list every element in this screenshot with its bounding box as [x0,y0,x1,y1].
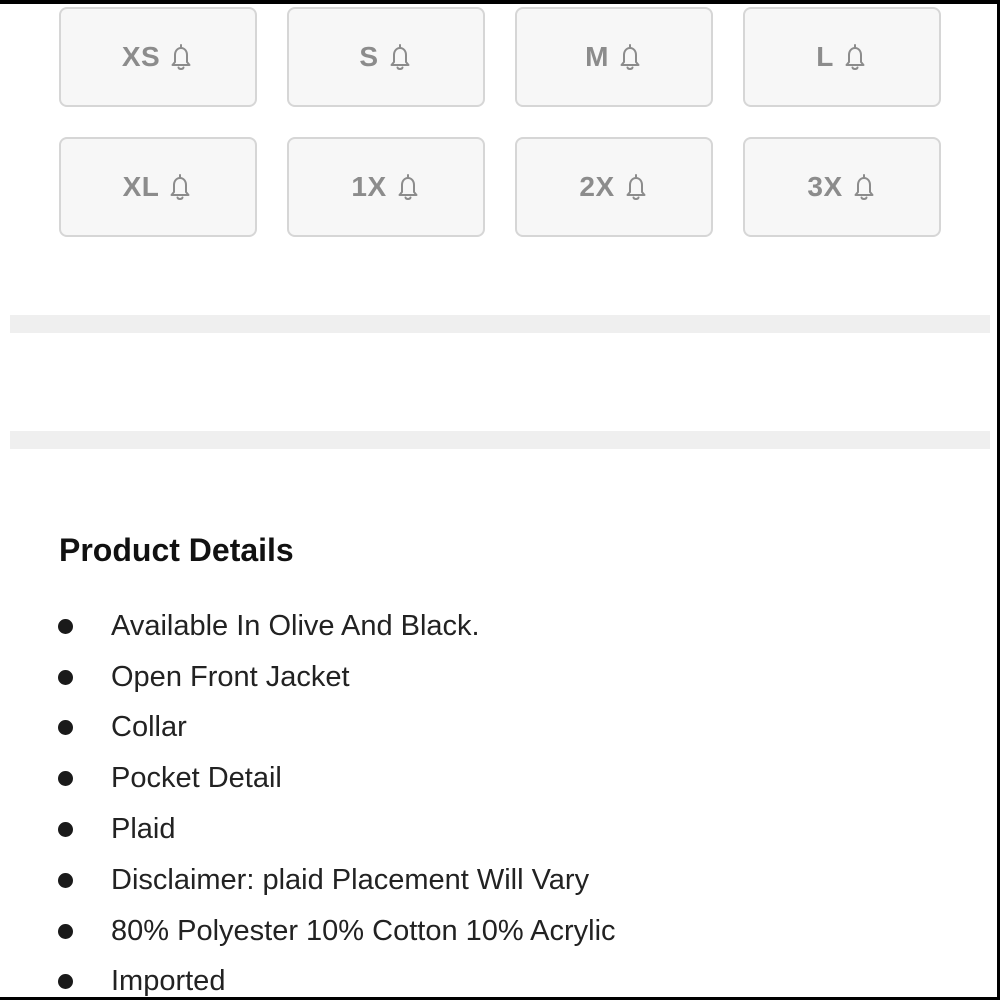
bell-icon [168,42,194,72]
bullet-icon [58,720,73,736]
section-divider [10,431,990,449]
product-details-title: Product Details [59,532,294,568]
detail-text: 80% Polyester 10% Cotton 10% Acrylic [111,914,616,947]
list-item: Available In Olive And Black. [0,601,997,652]
size-label: XL [122,171,160,202]
list-item: Pocket Detail [0,753,997,804]
size-label: S [359,41,379,72]
detail-text: Available In Olive And Black. [111,609,480,642]
bullet-icon [58,872,73,888]
size-button-2x[interactable]: 2X [515,137,713,237]
bell-icon [617,42,643,72]
size-selector: XS S M L XL 1X 2X 3X [59,7,942,237]
size-button-l[interactable]: L [743,7,941,107]
bell-icon [167,172,193,202]
size-button-3x[interactable]: 3X [743,137,941,237]
size-button-1x[interactable]: 1X [287,137,485,237]
size-button-s[interactable]: S [287,7,485,107]
list-item: Imported [0,957,997,997]
bullet-icon [58,669,73,685]
size-button-m[interactable]: M [515,7,713,107]
bell-icon [623,172,649,202]
bell-icon [395,172,421,202]
size-button-xs[interactable]: XS [59,7,257,107]
list-item: 80% Polyester 10% Cotton 10% Acrylic [0,906,997,957]
size-label: M [585,41,609,72]
list-item: Collar [0,703,997,754]
detail-text: Collar [111,711,187,744]
product-details-list: Available In Olive And Black. Open Front… [0,601,997,997]
detail-text: Disclaimer: plaid Placement Will Vary [111,863,590,896]
bullet-icon [58,974,73,990]
size-label: L [816,41,834,72]
detail-text: Plaid [111,813,176,846]
size-label: 1X [351,171,387,202]
list-item: Plaid [0,804,997,855]
bell-icon [387,42,413,72]
size-button-xl[interactable]: XL [59,137,257,237]
list-item: Disclaimer: plaid Placement Will Vary [0,855,997,906]
bullet-icon [58,923,73,939]
bullet-icon [58,822,73,838]
bell-icon [851,172,877,202]
detail-text: Pocket Detail [111,762,282,795]
detail-text: Open Front Jacket [111,660,350,693]
bullet-icon [58,771,73,787]
list-item: Open Front Jacket [0,652,997,703]
size-label: 2X [579,171,615,202]
size-label: XS [121,41,161,72]
bullet-icon [58,618,73,634]
size-label: 3X [807,171,843,202]
detail-text: Imported [111,965,226,997]
bell-icon [842,42,868,72]
product-page: XS S M L XL 1X 2X 3X Product Details Ava… [0,4,997,997]
section-divider [10,315,990,333]
